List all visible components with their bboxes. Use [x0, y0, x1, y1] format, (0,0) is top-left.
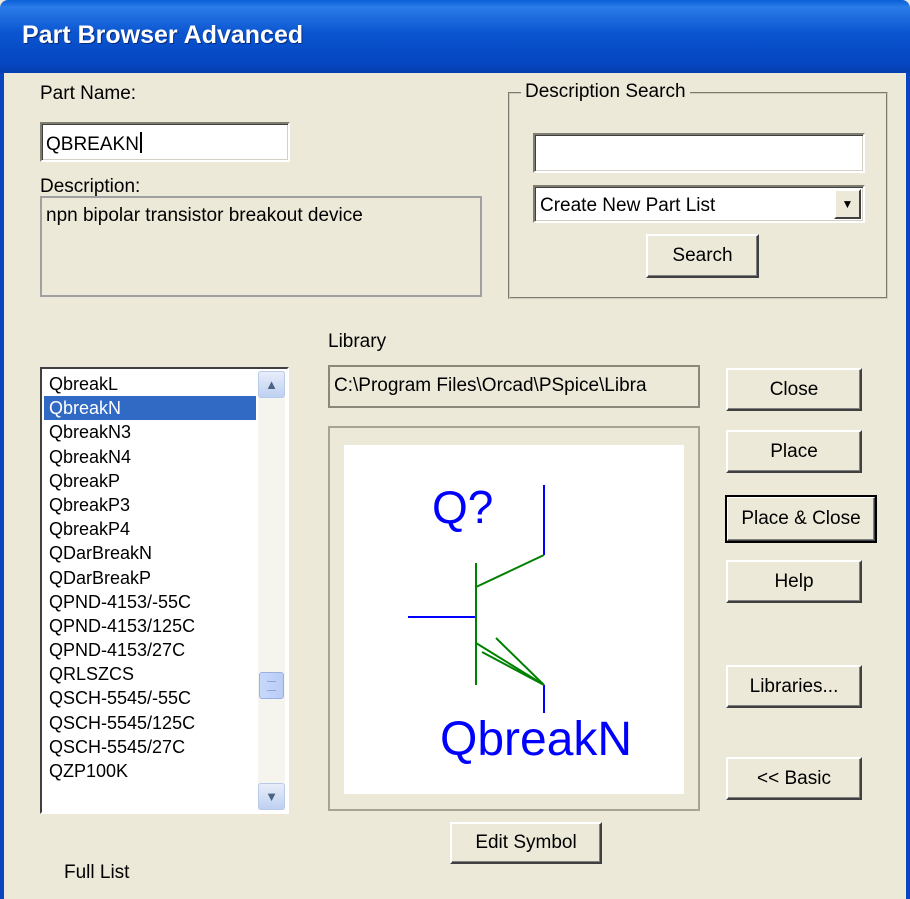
- libraries-button[interactable]: Libraries...: [726, 665, 862, 708]
- emitter-arrow: [481, 637, 545, 686]
- part-list-items: QbreakL QbreakN QbreakN3 QbreakN4 QbreakP Qbr…: [44, 372, 256, 783]
- symbol-part-value: QbreakN: [440, 713, 632, 766]
- part-name-value: QBREAKN: [46, 134, 139, 155]
- description-label: Description:: [40, 176, 141, 197]
- search-button[interactable]: Search: [646, 234, 759, 278]
- description-field: npn bipolar transistor breakout device: [40, 196, 482, 297]
- window-border-right: [906, 73, 910, 899]
- library-path-value: C:\Program Files\Orcad\PSpice\Libra: [334, 375, 647, 396]
- close-button[interactable]: Close: [726, 368, 862, 411]
- list-item[interactable]: QPND-4153/-55C: [44, 590, 256, 614]
- description-search-input[interactable]: [533, 133, 865, 173]
- collector-lead: [475, 554, 545, 588]
- symbol-preview: Q? QbreakN: [344, 445, 684, 794]
- symbol-refdes: Q?: [432, 481, 493, 533]
- full-list-label: Full List: [64, 862, 130, 883]
- scroll-up-icon[interactable]: ▲: [258, 371, 285, 398]
- part-listbox[interactable]: QbreakL QbreakN QbreakN3 QbreakN4 QbreakP Qbr…: [40, 367, 289, 814]
- window-title: Part Browser Advanced: [22, 21, 304, 49]
- description-search-label: Description Search: [521, 81, 690, 103]
- list-item[interactable]: QPND-4153/125C: [44, 614, 256, 638]
- list-item[interactable]: QSCH-5545/27C: [44, 735, 256, 759]
- transistor-symbol: Q? QbreakN: [408, 481, 632, 766]
- chevron-down-icon[interactable]: ▼: [834, 189, 861, 219]
- place-close-button[interactable]: Place & Close: [725, 495, 877, 543]
- part-list-mode-select[interactable]: Create New Part List ▼: [533, 185, 865, 223]
- list-item[interactable]: QSCH-5545/-55C: [44, 686, 256, 710]
- part-name-label: Part Name:: [40, 83, 137, 104]
- place-button[interactable]: Place: [726, 430, 862, 473]
- list-item[interactable]: QbreakP3: [44, 493, 256, 517]
- library-label: Library: [328, 331, 387, 352]
- list-item[interactable]: QbreakN4: [44, 445, 256, 469]
- list-item[interactable]: QbreakP4: [44, 517, 256, 541]
- help-button[interactable]: Help: [726, 560, 862, 603]
- title-bar[interactable]: Part Browser Advanced: [0, 0, 910, 73]
- list-item[interactable]: QRLSZCS: [44, 662, 256, 686]
- edit-symbol-button[interactable]: Edit Symbol: [450, 822, 602, 864]
- part-name-input[interactable]: QBREAKN: [40, 122, 290, 162]
- scroll-down-icon[interactable]: ▼: [258, 783, 285, 810]
- list-item[interactable]: QbreakL: [44, 372, 256, 396]
- scroll-thumb[interactable]: [259, 672, 284, 699]
- list-item[interactable]: QbreakN: [44, 396, 256, 421]
- list-item[interactable]: QDarBreakN: [44, 541, 256, 565]
- description-value: npn bipolar transistor breakout device: [46, 205, 363, 226]
- list-scrollbar[interactable]: ▲ ▼: [258, 371, 285, 810]
- list-item[interactable]: QbreakP: [44, 469, 256, 493]
- list-item[interactable]: QPND-4153/27C: [44, 638, 256, 662]
- list-item[interactable]: QSCH-5545/125C: [44, 711, 256, 735]
- list-item[interactable]: QDarBreakP: [44, 566, 256, 590]
- window-border-left: [0, 73, 4, 899]
- symbol-preview-frame: Q? QbreakN: [328, 426, 700, 811]
- basic-mode-button[interactable]: << Basic: [726, 757, 862, 800]
- library-path-field: C:\Program Files\Orcad\PSpice\Libra: [328, 365, 700, 408]
- list-item[interactable]: QbreakN3: [44, 420, 256, 444]
- part-list-mode-value: Create New Part List: [540, 195, 716, 216]
- text-caret: [139, 132, 142, 153]
- list-item[interactable]: QZP100K: [44, 759, 256, 783]
